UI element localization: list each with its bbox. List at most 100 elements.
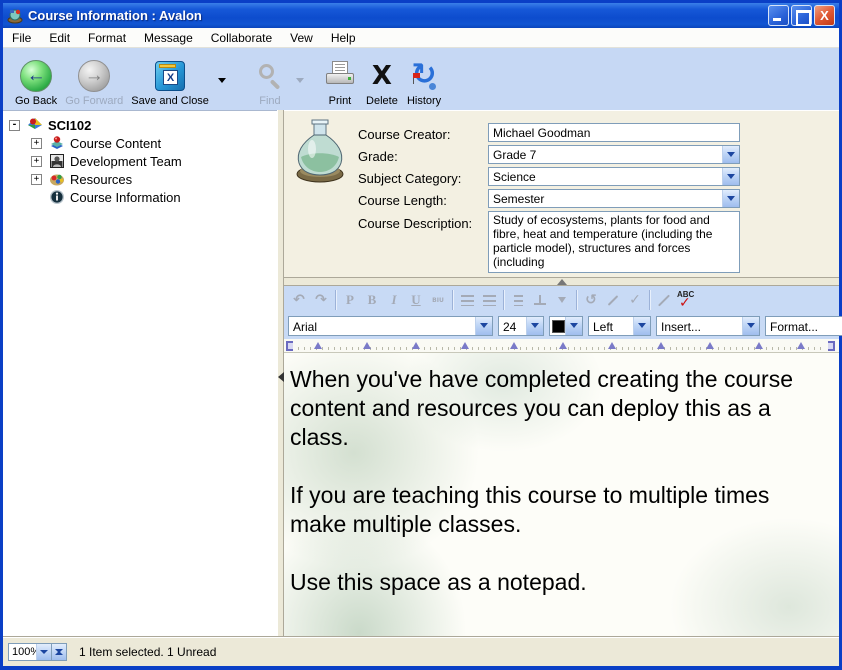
course-creator-input[interactable] bbox=[488, 123, 740, 142]
find-icon bbox=[255, 61, 285, 91]
tab-stop-icon[interactable] bbox=[608, 342, 616, 349]
alignment-dropdown[interactable]: Left bbox=[588, 316, 651, 336]
underline-icon: U bbox=[405, 290, 427, 310]
zoom-dropdown[interactable]: 100% bbox=[8, 643, 52, 661]
course-length-dropdown[interactable]: Semester bbox=[488, 189, 740, 208]
window-title: Course Information : Avalon bbox=[28, 8, 766, 23]
subject-category-dropdown[interactable]: Science bbox=[488, 167, 740, 186]
menu-format[interactable]: Format bbox=[79, 29, 135, 47]
accept-edit-icon: ✓ bbox=[624, 290, 646, 310]
history-label: History bbox=[407, 95, 441, 107]
tab-stop-icon[interactable] bbox=[363, 342, 371, 349]
tree-item-label: Resources bbox=[70, 172, 132, 187]
maximize-button[interactable] bbox=[791, 5, 812, 26]
close-button[interactable] bbox=[814, 5, 835, 26]
notepad-editor-area[interactable]: When you've have completed creating the … bbox=[284, 353, 839, 637]
splitter-collapse-up-icon[interactable] bbox=[557, 279, 567, 285]
save-and-close-button[interactable]: X Save and Close bbox=[127, 51, 213, 107]
spellcheck-button[interactable]: ABC ✓ bbox=[675, 290, 699, 310]
chevron-down-icon[interactable] bbox=[565, 317, 582, 335]
signature-pen-icon bbox=[653, 290, 675, 310]
tab-stop-icon[interactable] bbox=[559, 342, 567, 349]
go-back-icon: ← bbox=[20, 60, 52, 92]
menu-collaborate[interactable]: Collaborate bbox=[202, 29, 281, 47]
chevron-down-icon[interactable] bbox=[722, 190, 739, 207]
indent-icon bbox=[456, 290, 478, 310]
tree-item-resources[interactable]: + Resources bbox=[31, 170, 132, 188]
menu-file[interactable]: File bbox=[3, 29, 40, 47]
chevron-down-icon[interactable] bbox=[475, 317, 492, 335]
tree-item-development-team[interactable]: + Development Team bbox=[31, 152, 182, 170]
chevron-down-icon[interactable] bbox=[526, 317, 543, 335]
editor-format-toolbar: ↶ ↷ P B I U BIU ↺ ✓ ABC ✓ bbox=[284, 286, 839, 314]
course-info-form: Course Creator: Grade: Grade 7 Subject C… bbox=[284, 110, 839, 277]
ruler[interactable] bbox=[284, 339, 839, 353]
chevron-down-icon[interactable] bbox=[722, 168, 739, 185]
grade-dropdown[interactable]: Grade 7 bbox=[488, 145, 740, 164]
insert-dropdown[interactable]: Insert... bbox=[656, 316, 760, 336]
tab-stop-icon[interactable] bbox=[706, 342, 714, 349]
tab-stop-icon[interactable] bbox=[797, 342, 805, 349]
delete-icon: X bbox=[372, 63, 392, 89]
tab-stop-icon[interactable] bbox=[657, 342, 665, 349]
panel-splitter-horizontal[interactable] bbox=[284, 277, 839, 286]
tab-stop-icon[interactable] bbox=[412, 342, 420, 349]
tab-stop-icon[interactable] bbox=[314, 342, 322, 349]
insert-down-icon bbox=[551, 290, 573, 310]
tree-item-course-information[interactable]: Course Information bbox=[49, 188, 181, 206]
notepad-text[interactable]: When you've have completed creating the … bbox=[290, 365, 795, 626]
format-dropdown[interactable]: Format... bbox=[765, 316, 842, 336]
notepad-paragraph: Use this space as a notepad. bbox=[290, 568, 795, 597]
subject-category-value: Science bbox=[493, 170, 536, 184]
menu-edit[interactable]: Edit bbox=[40, 29, 79, 47]
grade-value: Grade 7 bbox=[493, 148, 536, 162]
menu-view[interactable]: Vew bbox=[281, 29, 322, 47]
main-toolbar: ← Go Back → Go Forward X Save and Close … bbox=[3, 48, 839, 110]
chevron-down-icon[interactable] bbox=[742, 317, 759, 335]
go-back-button[interactable]: ← Go Back bbox=[11, 51, 61, 107]
delete-button[interactable]: X Delete bbox=[361, 51, 403, 107]
history-icon: ↻ bbox=[408, 60, 440, 92]
subject-category-label: Subject Category: bbox=[358, 171, 461, 186]
chevron-down-icon[interactable] bbox=[633, 317, 650, 335]
menu-message[interactable]: Message bbox=[135, 29, 202, 47]
minimize-button[interactable] bbox=[768, 5, 789, 26]
tree-item-course-content[interactable]: + Course Content bbox=[31, 134, 161, 152]
panel-splitter-vertical[interactable] bbox=[277, 110, 284, 637]
zoom-spinner[interactable] bbox=[52, 643, 67, 661]
menu-help[interactable]: Help bbox=[322, 29, 365, 47]
tree-item-sci102[interactable]: - SCI102 bbox=[9, 116, 91, 134]
print-button[interactable]: Print bbox=[319, 51, 361, 107]
font-color-dropdown[interactable] bbox=[549, 316, 583, 336]
expand-box-icon[interactable]: + bbox=[31, 156, 42, 167]
grade-label: Grade: bbox=[358, 149, 398, 164]
chevron-down-icon[interactable] bbox=[36, 644, 51, 660]
save-dropdown-caret[interactable] bbox=[215, 53, 229, 109]
ruler-left-margin-icon[interactable] bbox=[286, 341, 293, 351]
collapse-box-icon[interactable]: - bbox=[9, 120, 20, 131]
course-tree-panel: - SCI102 + Course Content + Development … bbox=[3, 110, 277, 637]
flask-icon bbox=[292, 119, 348, 183]
history-button[interactable]: ↻ History bbox=[403, 51, 445, 107]
tab-stop-icon[interactable] bbox=[461, 342, 469, 349]
expand-box-icon[interactable]: + bbox=[31, 174, 42, 185]
chevron-down-icon[interactable] bbox=[722, 146, 739, 163]
go-forward-label: Go Forward bbox=[65, 95, 123, 107]
font-size-dropdown[interactable]: 24 bbox=[498, 316, 544, 336]
status-text: 1 Item selected. 1 Unread bbox=[79, 645, 216, 659]
course-description-textarea[interactable]: Study of ecosystems, plants for food and… bbox=[488, 211, 740, 273]
find-dropdown-caret bbox=[293, 53, 307, 109]
course-length-value: Semester bbox=[493, 192, 544, 206]
delete-label: Delete bbox=[366, 95, 398, 107]
expand-box-icon[interactable]: + bbox=[31, 138, 42, 149]
course-information-icon bbox=[49, 189, 65, 205]
course-length-label: Course Length: bbox=[358, 193, 447, 208]
tab-stop-icon[interactable] bbox=[510, 342, 518, 349]
development-team-icon bbox=[49, 153, 65, 169]
font-family-dropdown[interactable]: Arial bbox=[288, 316, 493, 336]
course-description-label: Course Description: bbox=[358, 216, 472, 231]
alignment-value: Left bbox=[593, 320, 613, 334]
pencil-icon bbox=[602, 290, 624, 310]
tab-stop-icon[interactable] bbox=[755, 342, 763, 349]
ruler-right-margin-icon[interactable] bbox=[828, 341, 835, 351]
